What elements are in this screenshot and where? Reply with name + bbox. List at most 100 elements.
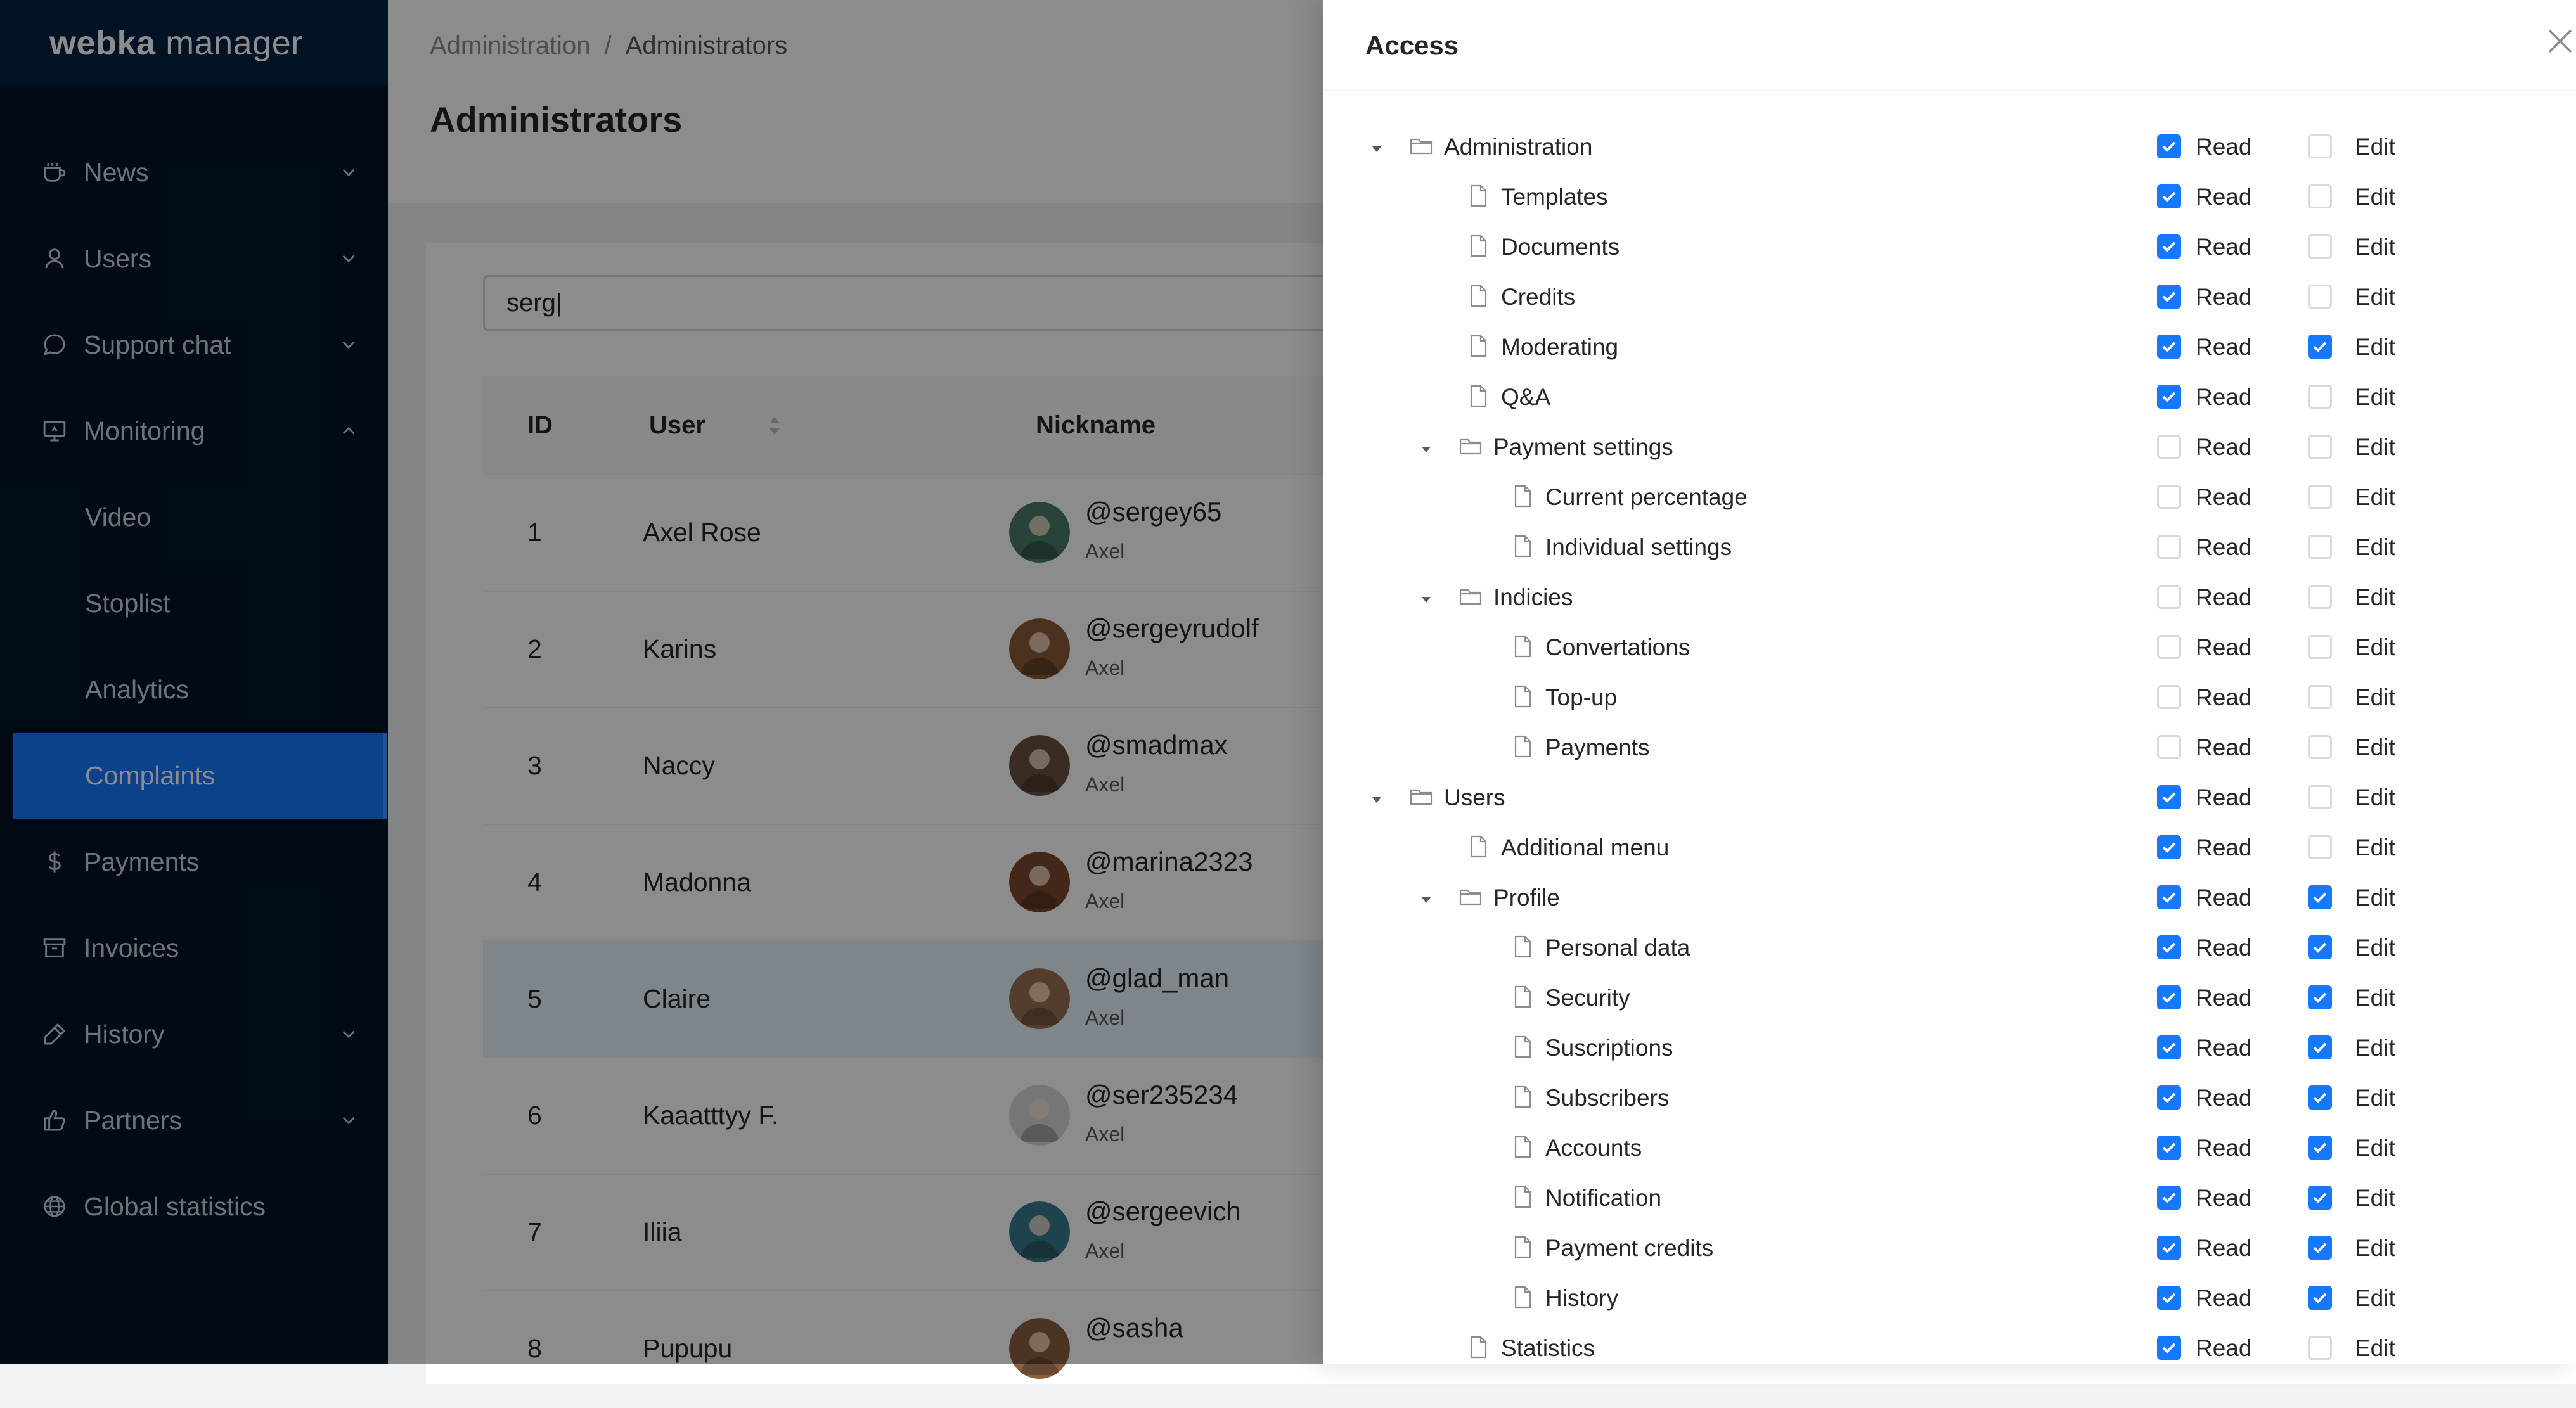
read-checkbox[interactable] <box>2157 1336 2181 1360</box>
read-checkbox[interactable] <box>2157 335 2181 359</box>
edit-checkbox[interactable] <box>2308 635 2332 659</box>
tree-node-label[interactable]: Indicies <box>1493 584 1573 611</box>
tree-node-label[interactable]: Top-up <box>1545 684 1617 712</box>
tree-node-payment-credits: Payment credits Read Edit <box>1323 1228 2576 1266</box>
tree-node-history: History Read Edit <box>1323 1278 2576 1316</box>
tree-node-notification: Notification Read Edit <box>1323 1178 2576 1216</box>
edit-checkbox[interactable] <box>2308 1085 2332 1110</box>
tree-node-label[interactable]: Security <box>1545 984 1630 1012</box>
edit-checkbox[interactable] <box>2308 335 2332 359</box>
edit-checkbox[interactable] <box>2308 685 2332 709</box>
tree-node-label[interactable]: Q&A <box>1501 383 1550 411</box>
edit-label: Edit <box>2355 1035 2395 1061</box>
read-checkbox[interactable] <box>2157 735 2181 759</box>
read-checkbox[interactable] <box>2157 1035 2181 1059</box>
edit-checkbox[interactable] <box>2308 385 2332 409</box>
close-icon[interactable] <box>2544 25 2576 57</box>
read-checkbox[interactable] <box>2157 535 2181 559</box>
read-checkbox[interactable] <box>2157 835 2181 859</box>
edit-checkbox[interactable] <box>2308 735 2332 759</box>
tree-node-label[interactable]: Individual settings <box>1545 534 1732 561</box>
tree-node-label[interactable]: Subscribers <box>1545 1084 1669 1112</box>
edit-checkbox[interactable] <box>2308 435 2332 459</box>
edit-checkbox[interactable] <box>2308 885 2332 909</box>
read-checkbox[interactable] <box>2157 1236 2181 1260</box>
read-checkbox[interactable] <box>2157 1085 2181 1110</box>
edit-checkbox[interactable] <box>2308 1236 2332 1260</box>
tree-node-label[interactable]: Current percentage <box>1545 483 1748 511</box>
tree-node-label[interactable]: Administration <box>1444 133 1592 161</box>
tree-node-label[interactable]: Suscriptions <box>1545 1034 1673 1062</box>
tree-node-label[interactable]: Accounts <box>1545 1134 1642 1162</box>
tree-node-label[interactable]: Statistics <box>1501 1334 1595 1362</box>
edit-checkbox[interactable] <box>2308 1286 2332 1310</box>
edit-checkbox[interactable] <box>2308 234 2332 259</box>
caret-down-icon[interactable] <box>1368 137 1386 155</box>
tree-node-label[interactable]: Moderating <box>1501 333 1618 361</box>
tree-node-label[interactable]: Payment credits <box>1545 1234 1713 1262</box>
read-checkbox[interactable] <box>2157 885 2181 909</box>
caret-down-icon[interactable] <box>1368 788 1386 805</box>
read-label: Read <box>2196 234 2252 260</box>
tree-node-label[interactable]: Personal data <box>1545 934 1690 962</box>
edit-checkbox[interactable] <box>2308 985 2332 1009</box>
read-checkbox[interactable] <box>2157 134 2181 158</box>
edit-label: Edit <box>2355 1235 2395 1261</box>
read-checkbox[interactable] <box>2157 435 2181 459</box>
tree-node-templates: Templates Read Edit <box>1323 177 2576 215</box>
edit-checkbox[interactable] <box>2308 1186 2332 1210</box>
tree-node-label[interactable]: Payments <box>1545 734 1650 762</box>
caret-down-icon[interactable] <box>1417 888 1435 906</box>
tree-node-label[interactable]: Users <box>1444 784 1505 812</box>
file-icon <box>1510 1234 1535 1260</box>
file-icon <box>1510 1284 1535 1310</box>
caret-down-icon[interactable] <box>1417 437 1435 455</box>
read-checkbox[interactable] <box>2157 234 2181 259</box>
tree-node-label[interactable]: Additional menu <box>1501 834 1669 862</box>
caret-down-icon[interactable] <box>1417 587 1435 605</box>
file-icon <box>1465 183 1491 208</box>
tree-node-label[interactable]: Profile <box>1493 884 1560 912</box>
edit-checkbox[interactable] <box>2308 785 2332 809</box>
edit-checkbox[interactable] <box>2308 585 2332 609</box>
tree-node-label[interactable]: Documents <box>1501 233 1620 261</box>
file-icon <box>1465 333 1491 359</box>
read-checkbox[interactable] <box>2157 285 2181 309</box>
edit-checkbox[interactable] <box>2308 1035 2332 1059</box>
edit-checkbox[interactable] <box>2308 835 2332 859</box>
tree-node-label[interactable]: History <box>1545 1284 1618 1312</box>
edit-checkbox[interactable] <box>2308 485 2332 509</box>
file-icon <box>1465 834 1491 859</box>
tree-node-label[interactable]: Templates <box>1501 183 1608 211</box>
read-checkbox[interactable] <box>2157 1286 2181 1310</box>
read-checkbox[interactable] <box>2157 385 2181 409</box>
read-checkbox[interactable] <box>2157 1136 2181 1160</box>
read-checkbox[interactable] <box>2157 485 2181 509</box>
edit-checkbox[interactable] <box>2308 184 2332 208</box>
read-checkbox[interactable] <box>2157 585 2181 609</box>
read-checkbox[interactable] <box>2157 785 2181 809</box>
read-label: Read <box>2196 1185 2252 1211</box>
read-checkbox[interactable] <box>2157 935 2181 959</box>
read-checkbox[interactable] <box>2157 685 2181 709</box>
edit-label: Edit <box>2355 184 2395 210</box>
drawer-mask[interactable] <box>0 0 1323 1364</box>
edit-checkbox[interactable] <box>2308 1136 2332 1160</box>
tree-node-label[interactable]: Payment settings <box>1493 433 1673 461</box>
read-checkbox[interactable] <box>2157 184 2181 208</box>
edit-label: Edit <box>2355 885 2395 911</box>
edit-checkbox[interactable] <box>2308 935 2332 959</box>
read-checkbox[interactable] <box>2157 985 2181 1009</box>
tree-node-users: Users Read Edit <box>1323 778 2576 816</box>
read-checkbox[interactable] <box>2157 1186 2181 1210</box>
tree-node-current-percentage: Current percentage Read Edit <box>1323 477 2576 515</box>
edit-label: Edit <box>2355 634 2395 660</box>
read-checkbox[interactable] <box>2157 635 2181 659</box>
edit-checkbox[interactable] <box>2308 134 2332 158</box>
tree-node-label[interactable]: Notification <box>1545 1184 1661 1212</box>
edit-checkbox[interactable] <box>2308 535 2332 559</box>
tree-node-label[interactable]: Credits <box>1501 283 1575 311</box>
tree-node-label[interactable]: Convertations <box>1545 634 1690 662</box>
edit-checkbox[interactable] <box>2308 285 2332 309</box>
edit-checkbox[interactable] <box>2308 1336 2332 1360</box>
